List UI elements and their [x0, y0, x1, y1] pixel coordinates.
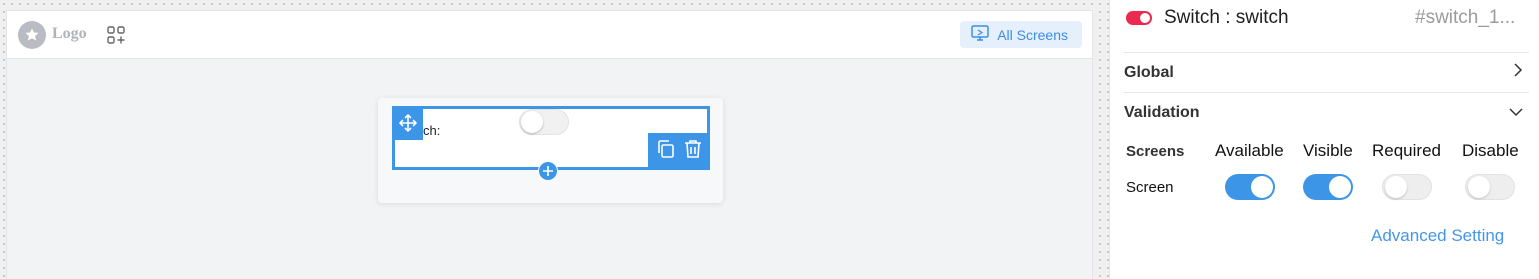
field-actions [648, 133, 710, 170]
disable-toggle[interactable] [1465, 174, 1515, 200]
validation-header-row: Screens Available Visible Required Disab… [1110, 137, 1539, 167]
logo-text: Logo [52, 25, 87, 42]
screen-name: Screen [1126, 179, 1174, 196]
form-card: ch: [378, 98, 723, 203]
chevron-down-icon [1509, 104, 1523, 122]
panel-header: Switch : switch #switch_1... [1110, 0, 1539, 40]
canvas-area: Logo All Screens ch: [6, 10, 1093, 279]
plus-icon[interactable] [538, 161, 558, 181]
move-arrows-icon[interactable] [392, 106, 423, 140]
canvas-header: Logo All Screens [7, 11, 1092, 59]
star-icon [18, 21, 46, 49]
visible-column-header: Visible [1303, 141, 1353, 160]
available-toggle[interactable] [1225, 174, 1275, 200]
switch-knob [521, 111, 543, 133]
switch-icon [1126, 11, 1152, 25]
global-section[interactable]: Global [1124, 52, 1529, 92]
global-section-label: Global [1124, 63, 1174, 81]
monitor-icon [971, 25, 989, 44]
apps-grid-icon[interactable] [107, 26, 125, 44]
toggle-knob [1385, 176, 1407, 198]
toggle-knob [1468, 176, 1490, 198]
chevron-right-icon [1513, 63, 1523, 82]
screens-column-header: Screens [1126, 143, 1185, 160]
visible-toggle[interactable] [1303, 174, 1353, 200]
required-column-header: Required [1372, 141, 1441, 160]
validation-screen-row: Screen [1110, 174, 1539, 204]
all-screens-label: All Screens [997, 26, 1068, 43]
disable-column-header: Disable [1462, 141, 1519, 160]
validation-section[interactable]: Validation [1124, 92, 1529, 132]
validation-section-label: Validation [1124, 103, 1200, 121]
trash-icon[interactable] [684, 139, 702, 164]
advanced-setting-link[interactable]: Advanced Setting [1371, 226, 1504, 246]
copy-icon[interactable] [656, 139, 676, 164]
field-switch-toggle[interactable] [519, 109, 569, 135]
element-id: #switch_1... [1415, 7, 1516, 28]
panel-title: Switch : switch [1164, 7, 1289, 28]
field-label: ch: [423, 123, 441, 138]
selected-switch-field[interactable]: ch: [392, 106, 710, 181]
toggle-knob [1251, 176, 1273, 198]
properties-panel: Switch : switch #switch_1... Global Vali… [1109, 0, 1539, 279]
available-column-header: Available [1215, 141, 1284, 160]
all-screens-button[interactable]: All Screens [960, 21, 1082, 48]
toggle-knob [1329, 176, 1351, 198]
required-toggle[interactable] [1382, 174, 1432, 200]
